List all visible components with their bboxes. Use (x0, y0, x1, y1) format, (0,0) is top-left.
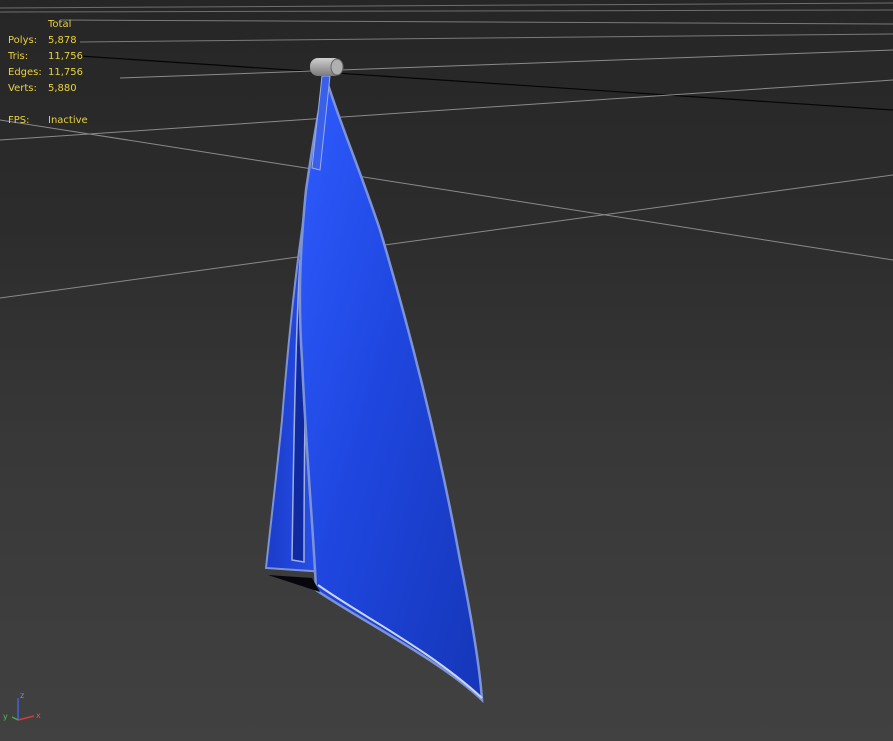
stat-fps-label: FPS: (8, 115, 30, 126)
grid-line (119, 49, 893, 79)
axis-y-label: y (3, 712, 8, 721)
grid-line (0, 119, 893, 261)
stat-polys-label: Polys: (8, 35, 38, 46)
stat-edges-label: Edges: (8, 67, 42, 78)
axis-tripod-icon: z x y (3, 691, 41, 721)
peg-cap (330, 58, 344, 76)
axis-y-line (11, 716, 19, 721)
towel-mesh[interactable] (264, 73, 484, 704)
viewport-statistics: Total Polys: 5,878 Tris: 11,756 Edges: 1… (0, 0, 200, 140)
stat-polys-value: 5,878 (48, 35, 77, 46)
axis-x-line (17, 715, 35, 721)
grid-line (79, 55, 893, 111)
grid-line (79, 33, 893, 43)
towel-front-panel (298, 73, 484, 704)
stats-header-total: Total (48, 19, 72, 30)
stat-verts-label: Verts: (8, 83, 37, 94)
3d-viewport[interactable]: Total Polys: 5,878 Tris: 11,756 Edges: 1… (0, 0, 893, 741)
hanger-peg[interactable] (310, 58, 344, 76)
towel-shadow-corner (268, 575, 320, 592)
grid-line (0, 174, 893, 299)
stat-edges-value: 11,756 (48, 67, 83, 78)
axis-x-label: x (36, 711, 41, 720)
stat-tris-value: 11,756 (48, 51, 83, 62)
stat-tris-label: Tris: (8, 51, 29, 62)
stat-fps-value: Inactive (48, 115, 88, 126)
stat-verts-value: 5,880 (48, 83, 77, 94)
axis-z-label: z (20, 691, 24, 700)
